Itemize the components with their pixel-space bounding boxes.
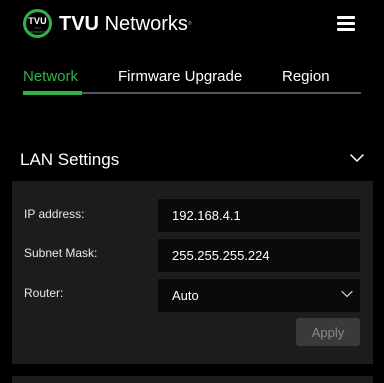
- hamburger-menu-icon[interactable]: [337, 16, 355, 32]
- apply-button[interactable]: Apply: [296, 318, 360, 346]
- router-select[interactable]: Auto: [158, 279, 360, 312]
- brand-name: TVU Networks®: [59, 12, 192, 36]
- router-select-value: Auto: [172, 288, 199, 303]
- trademark-symbol: ®: [187, 21, 192, 27]
- chevron-down-icon[interactable]: [349, 153, 365, 163]
- section-title: LAN Settings: [20, 150, 120, 169]
- subnet-mask-label: Subnet Mask:: [24, 246, 98, 260]
- logo-badge-text: TVU: [28, 16, 47, 26]
- app-header: TVU TVU NETWORKS TVU Networks®: [0, 0, 384, 52]
- tab-firmware-upgrade[interactable]: Firmware Upgrade: [118, 68, 242, 86]
- tab-network[interactable]: Network: [23, 68, 78, 86]
- subnet-mask-input[interactable]: [158, 239, 360, 272]
- brand-name-bold: TVU: [59, 13, 99, 35]
- tab-region[interactable]: Region: [282, 68, 330, 86]
- active-tab-indicator: [23, 91, 82, 95]
- tvu-logo-icon: TVU TVU NETWORKS: [23, 9, 52, 38]
- logo-badge-subtext: TVU NETWORKS: [28, 26, 47, 34]
- chevron-down-icon: [341, 290, 353, 298]
- ip-address-label: IP address:: [24, 207, 85, 221]
- router-label: Router:: [24, 286, 64, 300]
- brand-name-regular: Networks: [104, 13, 188, 35]
- next-section-panel: [12, 376, 373, 383]
- ip-address-input[interactable]: [158, 199, 360, 232]
- lan-settings-header[interactable]: LAN Settings: [0, 135, 384, 181]
- tab-bar: Network Firmware Upgrade Region: [0, 52, 384, 96]
